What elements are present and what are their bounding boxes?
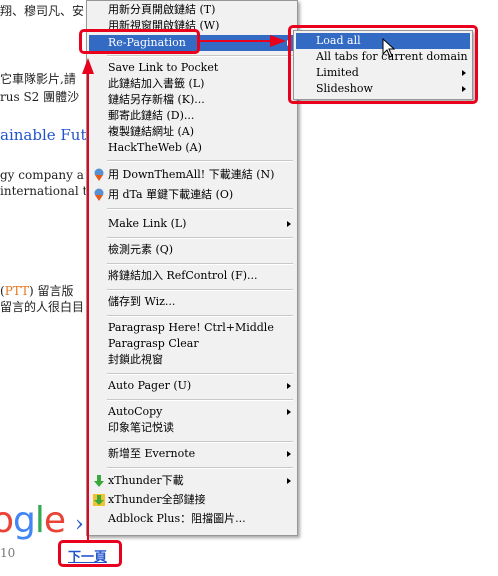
- annotation-arrows: [82, 35, 286, 540]
- arrow-head-right-icon: [270, 35, 286, 47]
- arrow-head-up-icon: [82, 58, 94, 74]
- mouse-cursor-icon: [382, 38, 396, 58]
